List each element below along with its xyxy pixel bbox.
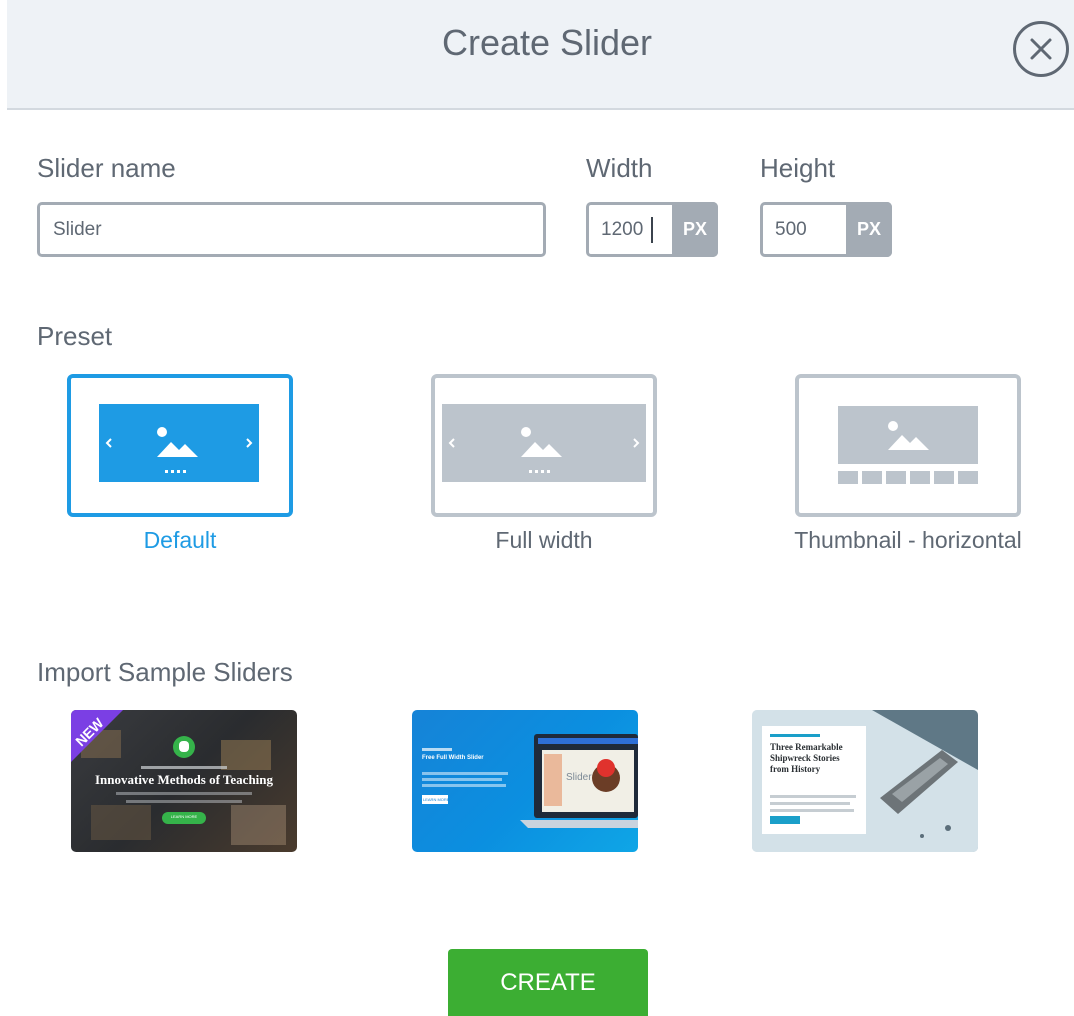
sample-full-width-button: LEARN MORE (423, 797, 450, 802)
close-button[interactable] (1013, 21, 1069, 77)
width-input[interactable] (601, 205, 671, 254)
sample-full-width-thumbnail (422, 734, 638, 828)
preset-default[interactable] (67, 374, 293, 517)
preset-thumbnail-label: Thumbnail - horizontal (794, 527, 1022, 553)
sample-shipwreck-title: Three Remarkable Shipwreck Stories from … (770, 742, 843, 774)
preset-label: Preset (37, 321, 113, 351)
full-width-preview-icon (442, 404, 646, 482)
height-field[interactable]: PX (760, 202, 892, 257)
sample-teaching-title: Innovative Methods of Teaching (94, 772, 274, 787)
create-button[interactable]: CREATE (448, 949, 648, 1016)
sample-shipwreck-thumbnail (752, 710, 978, 852)
sample-teaching-button: LEARN MORE (170, 814, 198, 819)
sample-slider-shipwreck[interactable]: Three Remarkable Shipwreck Stories from … (752, 710, 978, 852)
height-input[interactable] (775, 205, 845, 254)
dialog-title: Create Slider (441, 22, 653, 63)
width-label: Width (586, 153, 653, 183)
width-unit: PX (672, 202, 718, 257)
sample-slider-teaching[interactable]: NEW Innovative Methods of Teaching LEARN… (71, 710, 297, 852)
height-label: Height (760, 153, 836, 183)
import-samples-label: Import Sample Sliders (37, 657, 293, 687)
height-unit: PX (846, 202, 892, 257)
width-field[interactable]: PX (586, 202, 718, 257)
preset-full-width-label: Full width (495, 527, 593, 553)
slider-name-field[interactable] (37, 202, 546, 257)
slider-preview-icon (99, 404, 259, 482)
sample-slider-full-width[interactable]: Free Full Width Slider LEARN MORE Slider (412, 710, 638, 852)
thumbnail-preview-icon (838, 406, 978, 484)
sample-full-width-screen-text: Slider (566, 772, 592, 783)
preset-full-width[interactable] (431, 374, 657, 517)
dialog-header: Create Slider (7, 0, 1074, 110)
slider-name-input[interactable] (53, 205, 533, 254)
preset-default-label: Default (143, 527, 217, 553)
sample-full-width-title: Free Full Width Slider (422, 755, 484, 761)
slider-name-label: Slider name (37, 153, 176, 183)
preset-thumbnail-horizontal[interactable] (795, 374, 1021, 517)
text-caret (651, 217, 653, 243)
close-icon (1030, 38, 1052, 60)
